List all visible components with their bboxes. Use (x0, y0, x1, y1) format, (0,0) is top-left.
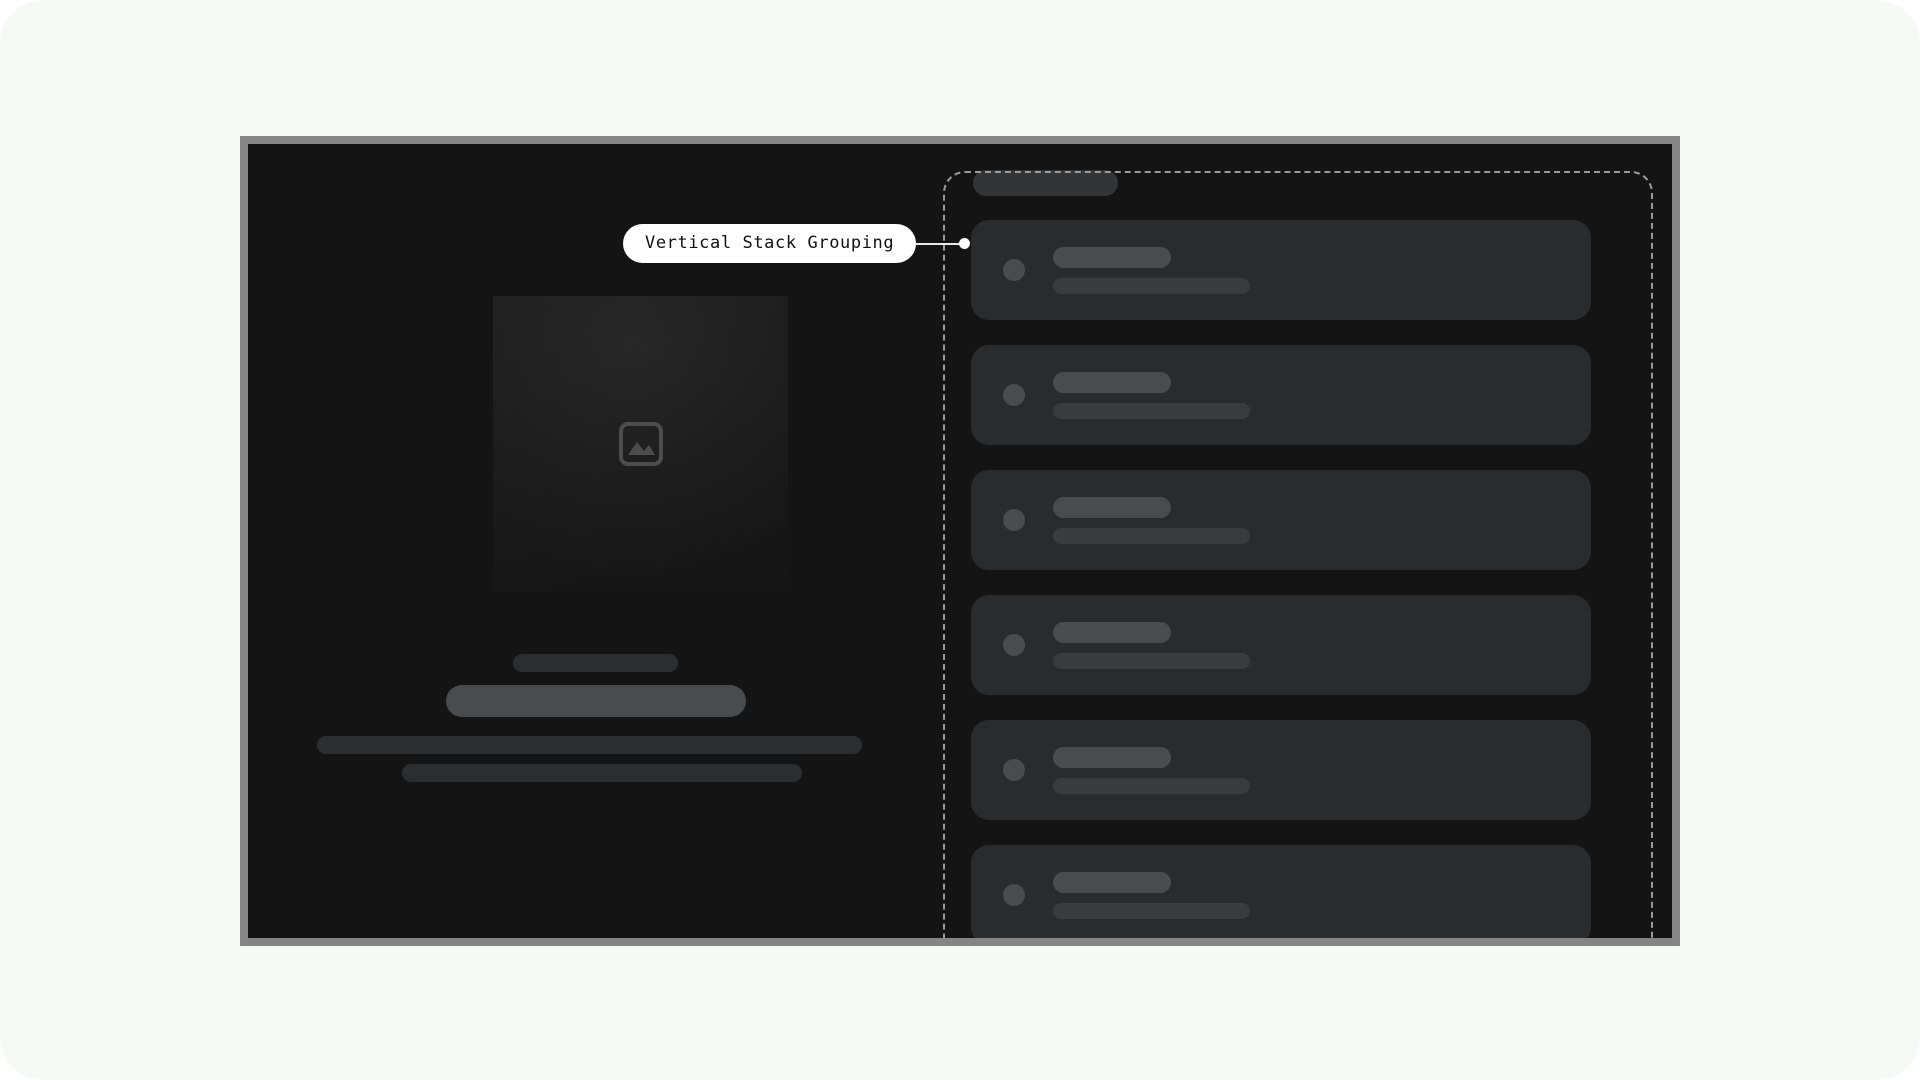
callout-connector-icon (916, 242, 962, 245)
detail-skeleton-bar-2 (445, 685, 746, 717)
callout: Vertical Stack Grouping (623, 224, 971, 263)
list-item[interactable] (971, 720, 1591, 820)
list-item-text-block (1053, 496, 1250, 544)
list-item-title-skeleton (1053, 371, 1171, 393)
detail-skeleton-bar-1 (513, 654, 678, 672)
avatar (1003, 759, 1025, 781)
list-item[interactable] (971, 220, 1591, 320)
list-item-title-skeleton (1053, 246, 1171, 268)
callout-anchor-dot-icon (959, 238, 971, 249)
list-item-subtitle-skeleton (1053, 277, 1250, 294)
list-item-text-block (1053, 371, 1250, 419)
list-item[interactable] (971, 595, 1591, 695)
hero-image-placeholder (493, 296, 788, 591)
avatar (1003, 509, 1025, 531)
frame-inner-canvas (248, 144, 1672, 938)
avatar (1003, 384, 1025, 406)
list-item-title-skeleton (1053, 621, 1171, 643)
callout-label: Vertical Stack Grouping (623, 224, 917, 263)
avatar (1003, 259, 1025, 281)
list-item[interactable] (971, 470, 1591, 570)
detail-panel (248, 144, 943, 938)
list-header-skeleton (973, 170, 1118, 196)
list-item-subtitle-skeleton (1053, 652, 1250, 669)
detail-skeleton-bars (248, 654, 943, 782)
list-item-title-skeleton (1053, 746, 1171, 768)
avatar (1003, 884, 1025, 906)
list-item-text-block (1053, 621, 1250, 669)
page-canvas: Vertical Stack Grouping (0, 0, 1920, 1080)
list-item-title-skeleton (1053, 496, 1171, 518)
list-stack (971, 220, 1591, 938)
list-item-subtitle-skeleton (1053, 402, 1250, 419)
image-placeholder-icon (618, 421, 663, 466)
detail-skeleton-bar-4 (401, 764, 802, 782)
list-item[interactable] (971, 845, 1591, 938)
list-item-text-block (1053, 746, 1250, 794)
list-item-subtitle-skeleton (1053, 527, 1250, 544)
vertical-stack-list-panel (943, 144, 1672, 938)
list-item-text-block (1053, 246, 1250, 294)
detail-skeleton-bar-3 (317, 736, 862, 754)
avatar (1003, 634, 1025, 656)
list-item-subtitle-skeleton (1053, 777, 1250, 794)
list-item-subtitle-skeleton (1053, 902, 1250, 919)
list-item-title-skeleton (1053, 871, 1171, 893)
list-item-text-block (1053, 871, 1250, 919)
list-item[interactable] (971, 345, 1591, 445)
